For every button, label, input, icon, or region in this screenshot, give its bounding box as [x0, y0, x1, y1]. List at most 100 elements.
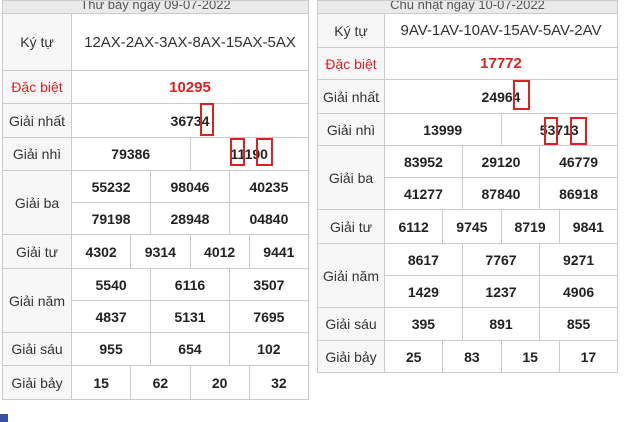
ky-tu-value: 9AV-1AV-10AV-15AV-5AV-2AV — [384, 13, 618, 48]
result-panel-saturday: Thứ bảy ngày 09-07-2022 Ký tự 12AX-2AX-3… — [2, 0, 310, 400]
row-giai-nam: Giải năm 5540 6116 3507 — [2, 268, 309, 333]
giai-tu-value: 9441 — [248, 234, 310, 269]
giai-ba-label: Giải ba — [317, 145, 385, 210]
giai-nhat-label: Giải nhất — [2, 103, 72, 138]
panel-date-caption: Chủ nhật ngày 10-07-2022 — [317, 0, 618, 13]
giai-nam-value: 9271 — [563, 251, 595, 268]
giai-nam-value: 8617 — [407, 251, 439, 268]
highlight-box — [544, 117, 558, 145]
row-giai-ba: Giải ba 55232 98046 40235 — [2, 170, 309, 235]
giai-tu-label: Giải tư — [2, 234, 72, 269]
giai-nhat-label: Giải nhất — [317, 79, 385, 114]
highlight-box — [230, 138, 245, 166]
row-giai-bay: Giải bảy 15 62 20 32 — [2, 365, 310, 400]
ky-tu-value: 12AX-2AX-3AX-8AX-15AX-5AX — [71, 13, 309, 71]
giai-nhat-value: 24964 — [384, 79, 618, 114]
giai-bay-label: Giải bảy — [2, 365, 72, 400]
giai-bay-value: 20 — [189, 365, 250, 400]
giai-ba-value: 79198 — [91, 210, 131, 227]
giai-tu-value: 9841 — [558, 209, 619, 244]
giai-ba-value: 86918 — [559, 185, 599, 202]
giai-bay-value: 15 — [70, 365, 132, 400]
giai-nhi-value: 79386 — [71, 137, 191, 171]
giai-nam-value: 1237 — [461, 276, 541, 307]
results-table: Ký tự 12AX-2AX-3AX-8AX-15AX-5AX Đặc biệt… — [2, 13, 310, 400]
highlight-box — [200, 103, 214, 136]
giai-nam-value: 5131 — [150, 301, 230, 332]
row-ky-tu: Ký tự 12AX-2AX-3AX-8AX-15AX-5AX — [2, 13, 309, 71]
giai-nam-value: 1429 — [407, 283, 439, 300]
giai-sau-value: 855 — [566, 316, 591, 332]
giai-bay-value: 15 — [500, 340, 560, 373]
row-giai-tu: Giải tư 4302 9314 4012 9441 — [2, 234, 310, 269]
giai-tu-label: Giải tư — [317, 209, 385, 244]
row-giai-nam: Giải năm 8617 7767 9271 — [317, 243, 618, 308]
giai-tu-value: 6112 — [383, 209, 444, 244]
giai-tu-value: 4012 — [189, 234, 250, 269]
giai-sau-label: Giải sáu — [317, 307, 385, 341]
giai-nam-label: Giải năm — [2, 268, 72, 333]
giai-nhi-label: Giải nhì — [2, 137, 72, 171]
row-giai-ba: Giải ba 83952 29120 46779 — [317, 145, 618, 210]
giai-sau-label: Giải sáu — [2, 332, 72, 366]
giai-ba-value: 29120 — [461, 146, 541, 177]
highlight-box — [570, 117, 587, 145]
ky-tu-label: Ký tự — [317, 13, 385, 48]
giai-nhi-value: 13999 — [384, 113, 502, 146]
giai-ba-value: 55232 — [91, 178, 131, 195]
giai-sau-value: 891 — [461, 308, 541, 340]
giai-tu-value: 8719 — [500, 209, 560, 244]
row-giai-bay: Giải bảy 25 83 15 17 — [317, 340, 619, 373]
giai-nam-value: 7767 — [461, 244, 541, 275]
giai-nhi-label: Giải nhì — [317, 113, 385, 146]
giai-bay-value: 62 — [130, 365, 191, 400]
giai-bay-value: 83 — [442, 340, 502, 373]
giai-tu-value: 9745 — [442, 209, 502, 244]
giai-tu-value: 9314 — [130, 234, 191, 269]
giai-nam-value: 6116 — [150, 269, 230, 300]
giai-tu-value: 4302 — [70, 234, 132, 269]
giai-sau-value: 102 — [257, 341, 281, 357]
dac-biet-label: Đặc biệt — [317, 47, 385, 80]
panel-date-caption: Thứ bảy ngày 09-07-2022 — [2, 0, 309, 13]
giai-nhi-value: 11190 — [189, 137, 309, 171]
giai-sau-value: 955 — [99, 341, 123, 357]
dac-biet-value: 10295 — [71, 70, 309, 104]
giai-nam-value: 7695 — [253, 308, 285, 325]
giai-sau-value: 395 — [411, 316, 436, 332]
giai-ba-value: 41277 — [403, 185, 443, 202]
giai-ba-value: 87840 — [461, 178, 541, 209]
giai-ba-value: 83952 — [403, 153, 443, 170]
giai-bay-label: Giải bảy — [317, 340, 385, 373]
dac-biet-value: 17772 — [384, 47, 618, 80]
row-giai-tu: Giải tư 6112 9745 8719 9841 — [317, 209, 619, 244]
giai-nhi-value: 53713 — [500, 113, 618, 146]
row-ky-tu: Ký tự 9AV-1AV-10AV-15AV-5AV-2AV — [317, 13, 618, 48]
dac-biet-label: Đặc biệt — [2, 70, 72, 104]
result-panel-sunday: Chủ nhật ngày 10-07-2022 Ký tự 9AV-1AV-1… — [317, 0, 619, 373]
giai-bay-value: 17 — [558, 340, 619, 373]
giai-nam-value: 4906 — [563, 283, 595, 300]
giai-ba-value: 40235 — [249, 178, 289, 195]
giai-nam-label: Giải năm — [317, 243, 385, 308]
giai-bay-value: 32 — [248, 365, 310, 400]
giai-ba-label: Giải ba — [2, 170, 72, 235]
giai-ba-value: 28948 — [150, 203, 230, 234]
row-giai-sau: Giải sáu 395 891 855 — [317, 307, 618, 341]
giai-nam-value: 3507 — [253, 276, 285, 293]
row-dac-biet: Đặc biệt 10295 — [2, 70, 309, 104]
highlight-box — [513, 80, 530, 110]
results-table: Ký tự 9AV-1AV-10AV-15AV-5AV-2AV Đặc biệt… — [317, 13, 619, 373]
giai-bay-value: 25 — [383, 340, 444, 373]
highlight-box — [256, 138, 273, 166]
row-giai-sau: Giải sáu 955 654 102 — [2, 332, 309, 366]
row-giai-nhat: Giải nhất 36734 — [2, 103, 309, 138]
giai-nhat-value: 36734 — [71, 103, 309, 138]
giai-nam-value: 5540 — [95, 276, 127, 293]
ky-tu-label: Ký tự — [2, 13, 72, 71]
giai-ba-value: 98046 — [150, 171, 230, 202]
giai-sau-value: 654 — [150, 333, 230, 365]
giai-ba-value: 04840 — [249, 210, 289, 227]
giai-ba-value: 46779 — [559, 153, 599, 170]
row-dac-biet: Đặc biệt 17772 — [317, 47, 618, 80]
